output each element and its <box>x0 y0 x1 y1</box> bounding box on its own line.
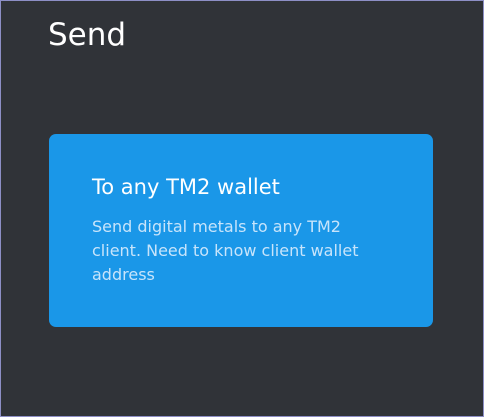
send-to-tm2-wallet-card[interactable]: To any TM2 wallet Send digital metals to… <box>49 134 433 327</box>
card-title: To any TM2 wallet <box>92 175 280 199</box>
page-title: Send <box>48 17 127 53</box>
send-screen: Send To any TM2 wallet Send digital meta… <box>0 0 484 417</box>
card-description: Send digital metals to any TM2 client. N… <box>92 217 359 284</box>
